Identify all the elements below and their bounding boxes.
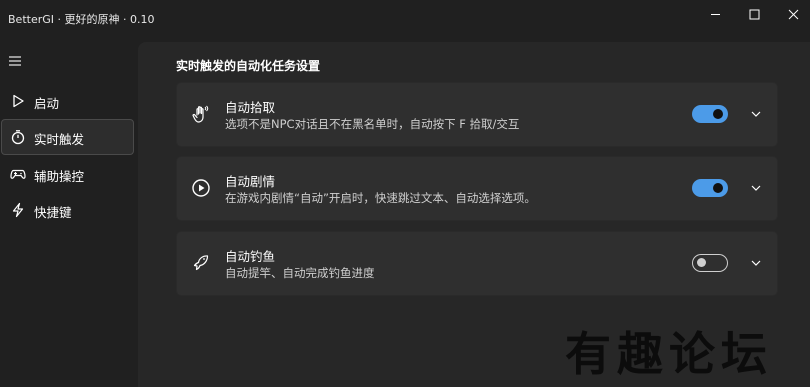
card-auto-fishing[interactable]: 自动钓鱼 自动提竿、自动完成钓鱼进度: [176, 231, 778, 296]
card-title: 自动剧情: [225, 174, 276, 189]
play-outline-icon: [13, 94, 24, 108]
app-title: BetterGI · 更好的原神 · 0.10: [8, 13, 155, 26]
sidebar-item-assist-control[interactable]: 辅助操控: [2, 157, 133, 191]
watermark: 有趣论坛: [565, 327, 773, 381]
card-title: 自动拾取: [225, 100, 276, 115]
toggle-knob: [713, 109, 723, 119]
toggle-knob: [713, 183, 723, 193]
minimize-icon: [710, 13, 720, 15]
toggle-knob: [697, 258, 706, 267]
card-description: 自动提竿、自动完成钓鱼进度: [225, 266, 375, 280]
sidebar-item-label: 实时触发: [34, 132, 85, 147]
sidebar-item-hotkeys[interactable]: 快捷键: [2, 193, 133, 227]
auto-story-toggle[interactable]: [692, 179, 728, 197]
flash-icon: [12, 202, 24, 218]
fish-icon: [193, 255, 209, 271]
maximize-icon: [749, 9, 759, 19]
play-circle-icon: [192, 179, 210, 197]
sidebar-item-label: 快捷键: [34, 205, 72, 220]
hand-icon: [192, 105, 209, 123]
card-description: 选项不是NPC对话且不在黑名单时，自动按下 F 拾取/交互: [225, 117, 520, 131]
auto-pickup-toggle[interactable]: [692, 105, 728, 123]
title-bar: BetterGI · 更好的原神 · 0.10: [0, 0, 810, 40]
chevron-down-icon[interactable]: [750, 182, 762, 194]
section-title: 实时触发的自动化任务设置: [176, 59, 321, 73]
gamepad-icon: [10, 169, 26, 179]
sidebar-item-label: 辅助操控: [34, 169, 85, 184]
sidebar-item-launch[interactable]: 启动: [2, 84, 133, 118]
timer-icon: [11, 130, 25, 145]
card-description: 在游戏内剧情“自动”开启时，快速跳过文本、自动选择选项。: [225, 191, 536, 205]
chevron-down-icon[interactable]: [750, 257, 762, 269]
hamburger-icon[interactable]: [8, 54, 22, 68]
auto-fishing-toggle[interactable]: [692, 254, 728, 272]
chevron-down-icon[interactable]: [750, 108, 762, 120]
close-button[interactable]: [770, 0, 810, 28]
card-auto-pickup[interactable]: 自动拾取 选项不是NPC对话且不在黑名单时，自动按下 F 拾取/交互: [176, 82, 778, 147]
sidebar: 启动 实时触发 辅助操控 快捷键: [0, 40, 138, 387]
card-title: 自动钓鱼: [225, 249, 276, 264]
sidebar-item-realtime-trigger[interactable]: 实时触发: [1, 119, 134, 155]
sidebar-item-label: 启动: [34, 96, 60, 111]
card-auto-story[interactable]: 自动剧情 在游戏内剧情“自动”开启时，快速跳过文本、自动选择选项。: [176, 156, 778, 221]
close-icon: [788, 9, 798, 19]
